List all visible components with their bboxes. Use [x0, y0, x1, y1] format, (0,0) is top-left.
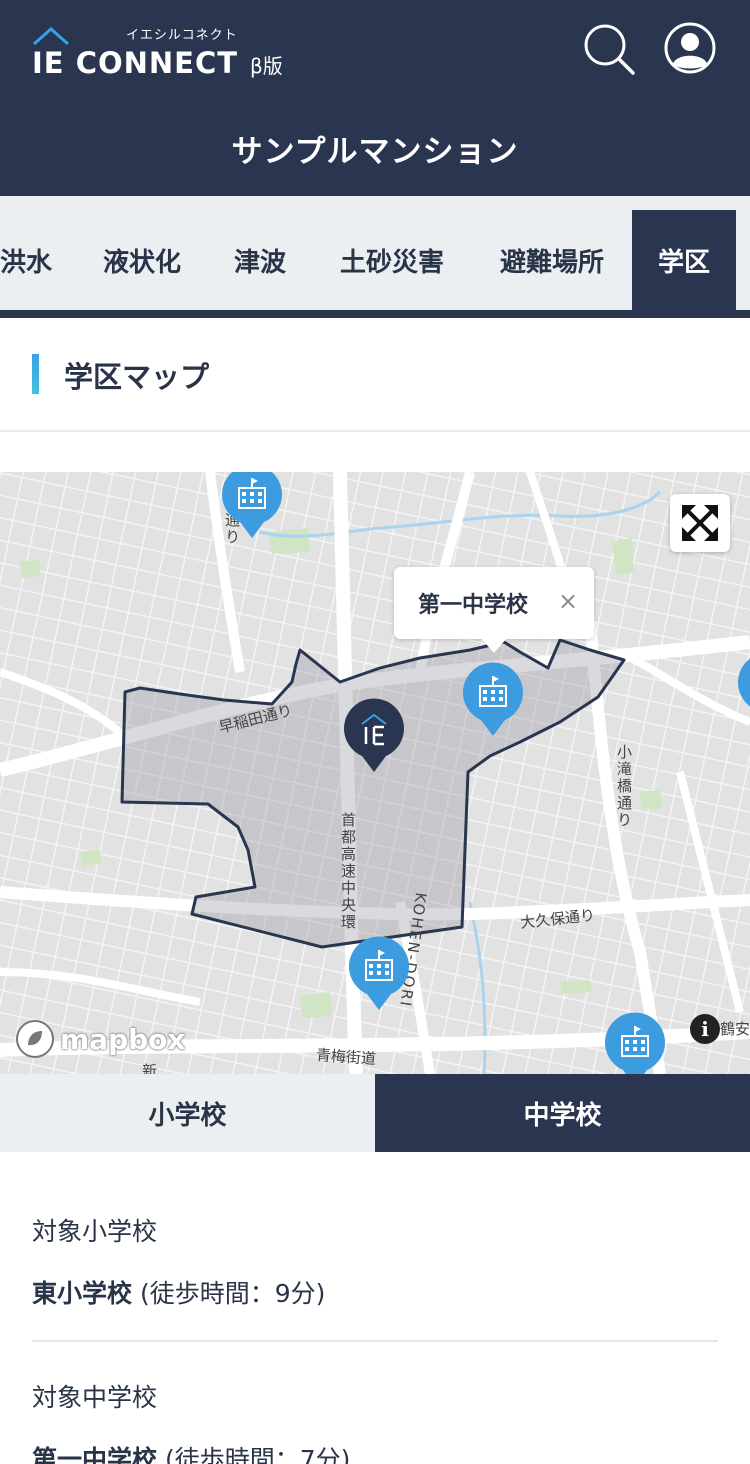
school-building-icon	[605, 1012, 665, 1074]
junior-high-school-name: 第一中学校	[32, 1445, 158, 1464]
tab-landslide[interactable]: 土砂災害	[322, 210, 462, 310]
house-roof-icon	[33, 26, 69, 46]
tab-flood[interactable]: 洪水	[0, 210, 58, 310]
info-divider	[32, 1340, 718, 1342]
elementary-school-button[interactable]: 小学校	[0, 1074, 375, 1152]
junior-high-school-button[interactable]: 中学校	[375, 1074, 750, 1152]
section-accent-bar	[32, 354, 39, 394]
logo-ruby-text: イエシルコネクト	[126, 28, 238, 43]
school-pin[interactable]	[347, 936, 411, 1012]
tab-school-district[interactable]: 学区	[632, 210, 736, 310]
elementary-label: 対象小学校	[32, 1217, 158, 1246]
road-label-ome: 青梅街道	[315, 1045, 377, 1069]
search-icon	[584, 24, 635, 75]
elementary-info: 対象小学校 東小学校 (徒歩時間：9分)	[32, 1212, 718, 1310]
school-building-icon	[463, 662, 523, 736]
mapbox-logo-icon	[16, 1020, 54, 1058]
school-district-map[interactable]: 早稲田通り 通り 首都高速中央環 KOHEN-DORI 大久保通り 小滝橋通り …	[0, 472, 750, 1074]
road-label-an: 鶴安	[720, 1020, 750, 1038]
mapbox-attribution[interactable]: mapbox	[14, 1018, 185, 1060]
school-level-toggle: 小学校 中学校	[0, 1074, 750, 1152]
school-popup: 第一中学校 ×	[394, 567, 594, 653]
school-pin[interactable]	[220, 472, 284, 540]
road-label-shuto: 首都高速中央環	[339, 812, 357, 931]
school-building-icon	[349, 936, 409, 1010]
hazard-tab-bar: 洪水 液状化 津波 土砂災害 避難場所 学区	[0, 196, 750, 318]
section-title: 学区マップ	[64, 360, 210, 394]
tab-tsunami[interactable]: 津波	[220, 210, 300, 310]
school-pin-partial[interactable]	[736, 652, 750, 728]
junior-high-walk-time: (徒歩時間：7分)	[164, 1445, 351, 1464]
page-title: サンプルマンション	[231, 134, 519, 170]
fullscreen-button[interactable]	[670, 494, 730, 552]
logo-wordmark: IE CONNECT	[32, 46, 239, 80]
ie-home-icon	[344, 698, 404, 772]
search-button[interactable]	[582, 22, 636, 76]
tab-evacuation[interactable]: 避難場所	[482, 210, 622, 310]
elementary-walk-time: (徒歩時間：9分)	[139, 1279, 326, 1308]
popup-tail	[480, 637, 508, 653]
junior-high-info: 対象中学校 第一中学校 (徒歩時間：7分)	[32, 1378, 718, 1464]
school-pin[interactable]	[603, 1012, 667, 1074]
road-label-kotaki: 小滝橋通り	[615, 744, 633, 829]
school-building-icon	[738, 658, 750, 707]
junior-high-label: 対象中学校	[32, 1383, 158, 1412]
road-label-shin: 新	[142, 1062, 158, 1074]
app-header: イエシルコネクト IE CONNECT β版 サンプルマンション	[0, 0, 750, 196]
school-pin-selected[interactable]	[461, 662, 525, 738]
section-header: 学区マップ	[0, 318, 750, 432]
school-building-icon	[222, 472, 282, 538]
junior-high-value: 第一中学校 (徒歩時間：7分)	[32, 1440, 718, 1464]
property-pin[interactable]	[342, 698, 406, 774]
elementary-value: 東小学校 (徒歩時間：9分)	[32, 1274, 718, 1310]
tab-liquefaction[interactable]: 液状化	[84, 210, 200, 310]
beta-badge: β版	[250, 54, 283, 78]
user-avatar-icon	[664, 22, 716, 74]
elementary-school-name: 東小学校	[32, 1279, 133, 1308]
popup-close-button[interactable]: ×	[558, 587, 578, 615]
expand-arrows-icon	[682, 505, 718, 541]
mapbox-wordmark: mapbox	[60, 1022, 186, 1056]
ie-connect-logo[interactable]: イエシルコネクト IE CONNECT β版	[32, 24, 302, 80]
popup-school-name: 第一中学校	[418, 593, 529, 618]
info-icon[interactable]: i	[690, 1014, 720, 1044]
account-button[interactable]	[664, 22, 716, 74]
